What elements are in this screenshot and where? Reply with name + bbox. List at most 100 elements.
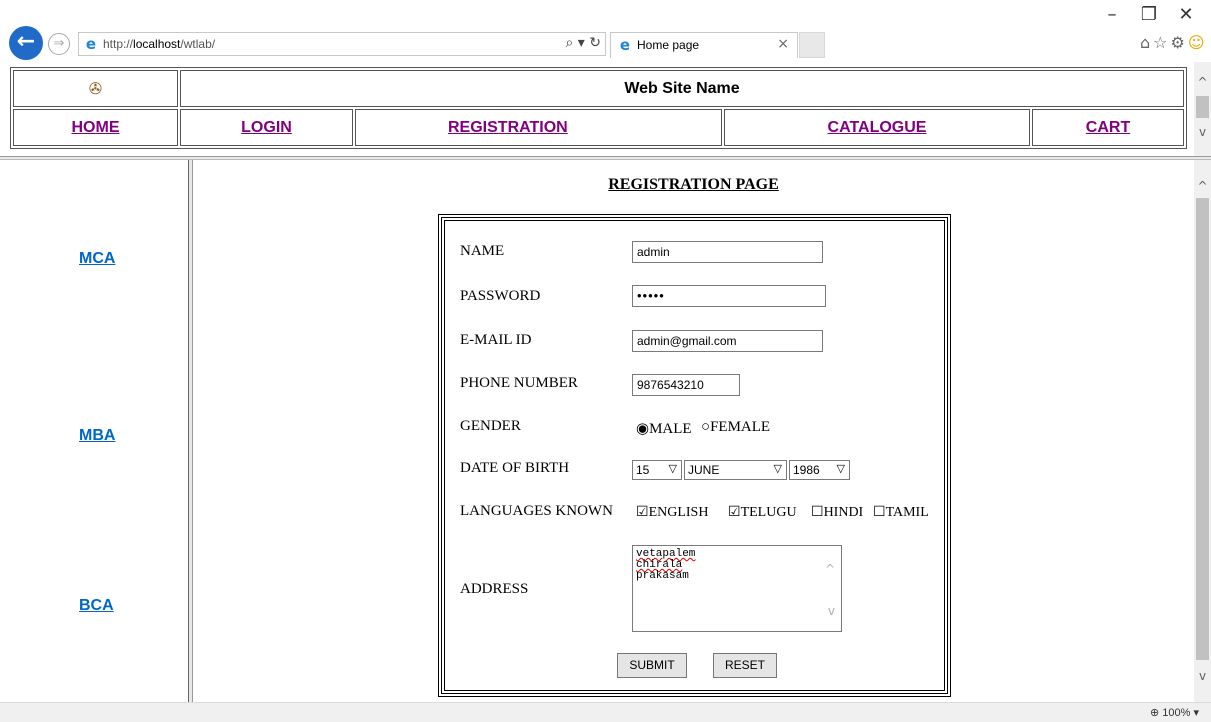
lang-telugu-checkbox[interactable]: ☑TELUGU <box>728 504 797 521</box>
url-prefix: http:// <box>103 37 134 51</box>
name-input[interactable]: admin <box>632 241 823 263</box>
checkbox-checked-icon[interactable]: ☑ <box>636 505 649 520</box>
top-frame-scrollbar[interactable]: ^ v <box>1194 62 1211 156</box>
chevron-down-icon: ▽ <box>773 462 782 475</box>
nav-registration-link[interactable]: REGISTRATION <box>448 119 568 136</box>
lang-hindi-label: HINDI <box>823 505 864 520</box>
new-tab-button[interactable] <box>799 32 825 58</box>
lang-telugu-label: TELUGU <box>740 505 797 520</box>
scroll-down-icon[interactable]: v <box>1194 668 1211 685</box>
reset-button[interactable]: RESET <box>713 653 777 678</box>
search-icon[interactable]: ⌕ <box>565 35 573 51</box>
gender-male-label: MALE <box>649 421 692 437</box>
settings-icon[interactable]: ⚙ <box>1171 33 1188 52</box>
lang-tamil-checkbox[interactable]: ☐TAMIL <box>873 504 929 521</box>
checkbox-unchecked-icon[interactable]: ☐ <box>811 505 824 520</box>
logo-icon: ✇ <box>88 78 103 98</box>
registration-form-inner: NAME admin PASSWORD ••••• E-MAIL ID admi… <box>444 220 945 691</box>
zoom-level: 100% <box>1162 707 1191 719</box>
chevron-down-icon: ▽ <box>836 462 845 475</box>
textarea-scroll-up-icon[interactable]: ^ <box>825 562 835 576</box>
ie-icon: e <box>619 36 631 54</box>
scroll-thumb[interactable] <box>1196 96 1209 118</box>
scroll-down-icon[interactable]: v <box>1194 124 1211 141</box>
dob-day-value: 15 <box>636 463 650 477</box>
checkbox-unchecked-icon[interactable]: ☐ <box>873 505 886 520</box>
dob-day-select[interactable]: 15 ▽ <box>632 460 682 480</box>
gender-female-radio[interactable]: ○FEMALE <box>701 419 770 436</box>
sidebar-item-mba[interactable]: MBA <box>79 427 115 445</box>
minimize-icon[interactable]: – <box>1097 4 1127 25</box>
back-icon[interactable]: ← <box>9 26 43 60</box>
tab-title: Home page <box>637 38 700 52</box>
page-title: REGISTRATION PAGE <box>608 176 779 193</box>
address-label: ADDRESS <box>460 581 529 597</box>
sidebar-item-bca[interactable]: BCA <box>79 597 114 615</box>
browser-chrome: – ❐ ✕ ← ⇒ e http://localhost/wtlab/ ⌕ ▾ … <box>0 0 1211 62</box>
dob-year-select[interactable]: 1986 ▽ <box>789 460 850 480</box>
radio-checked-icon[interactable]: ◉ <box>636 421 649 437</box>
dob-month-select[interactable]: JUNE ▽ <box>684 460 787 480</box>
url-host: localhost <box>133 37 181 51</box>
site-name-cell: Web Site Name <box>180 70 1184 107</box>
home-icon[interactable]: ⌂ <box>1140 33 1153 52</box>
nav-catalogue-link[interactable]: CATALOGUE <box>828 119 927 136</box>
refresh-icon[interactable]: ↻ <box>589 35 601 51</box>
browser-tab[interactable]: e Home page × <box>610 32 798 58</box>
nav-cell-cart: CART <box>1032 109 1184 146</box>
languages-label: LANGUAGES KNOWN <box>460 503 613 519</box>
lang-english-checkbox[interactable]: ☑ENGLISH <box>636 504 708 521</box>
close-icon[interactable]: ✕ <box>1171 4 1201 25</box>
smiley-icon[interactable]: ☺ <box>1188 33 1208 52</box>
site-name: Web Site Name <box>624 79 740 97</box>
sidebar-item-mca[interactable]: MCA <box>79 250 115 268</box>
ie-icon: e <box>85 35 97 53</box>
dob-label: DATE OF BIRTH <box>460 460 570 476</box>
nav-cell-catalogue: CATALOGUE <box>724 109 1030 146</box>
registration-form: NAME admin PASSWORD ••••• E-MAIL ID admi… <box>438 214 951 697</box>
url-path: /wtlab/ <box>180 37 216 51</box>
radio-unchecked-icon[interactable]: ○ <box>701 419 710 435</box>
address-tools: ⌕ ▾ ↻ <box>565 35 601 51</box>
lang-english-label: ENGLISH <box>648 505 709 520</box>
phone-input[interactable]: 9876543210 <box>632 374 740 396</box>
email-label: E-MAIL ID <box>460 332 532 348</box>
nav-cart-link[interactable]: CART <box>1086 119 1130 136</box>
nav-cell-login: LOGIN <box>180 109 353 146</box>
tab-close-icon[interactable]: × <box>777 36 789 52</box>
forward-icon[interactable]: ⇒ <box>48 33 70 55</box>
textarea-scroll-down-icon[interactable]: v <box>828 604 835 618</box>
phone-label: PHONE NUMBER <box>460 375 578 391</box>
nav-cell-home: HOME <box>13 109 178 146</box>
password-input[interactable]: ••••• <box>632 285 826 307</box>
favorites-icon[interactable]: ☆ <box>1153 33 1170 52</box>
url-text[interactable]: http://localhost/wtlab/ <box>103 37 215 51</box>
scroll-up-icon[interactable]: ^ <box>1194 178 1211 195</box>
gender-female-label: FEMALE <box>710 419 771 435</box>
restore-icon[interactable]: ❐ <box>1134 4 1164 25</box>
gender-male-radio[interactable]: ◉MALE <box>636 419 692 438</box>
scroll-thumb[interactable] <box>1196 198 1209 660</box>
header-table: ✇ Web Site Name HOME LOGIN REGISTRATION … <box>10 67 1187 149</box>
email-input[interactable]: admin@gmail.com <box>632 330 823 352</box>
main-frame-scrollbar[interactable]: ^ v <box>1194 160 1211 702</box>
zoom-control[interactable]: ⊕ 100% ▾ <box>1150 706 1199 719</box>
gender-label: GENDER <box>460 418 521 434</box>
name-label: NAME <box>460 243 505 259</box>
dob-year-value: 1986 <box>793 463 820 477</box>
address-line: prakasam <box>636 570 689 582</box>
scroll-up-icon[interactable]: ^ <box>1194 74 1211 91</box>
checkbox-checked-icon[interactable]: ☑ <box>728 505 741 520</box>
submit-button[interactable]: SUBMIT <box>617 653 687 678</box>
status-bar: ⊕ 100% ▾ <box>0 702 1211 722</box>
chevron-down-icon: ▽ <box>668 462 677 475</box>
lang-hindi-checkbox[interactable]: ☐HINDI <box>811 504 863 521</box>
address-bar[interactable]: e http://localhost/wtlab/ ⌕ ▾ ↻ <box>78 32 606 56</box>
main-frame: REGISTRATION PAGE NAME admin PASSWORD ••… <box>193 160 1194 702</box>
nav-home-link[interactable]: HOME <box>72 119 120 136</box>
address-textarea[interactable]: vetapalem chirala prakasam ^ v <box>632 545 842 632</box>
zoom-icon: ⊕ <box>1150 707 1160 719</box>
top-frame: ✇ Web Site Name HOME LOGIN REGISTRATION … <box>0 62 1211 156</box>
nav-login-link[interactable]: LOGIN <box>241 119 292 136</box>
dob-month-value: JUNE <box>688 463 720 477</box>
